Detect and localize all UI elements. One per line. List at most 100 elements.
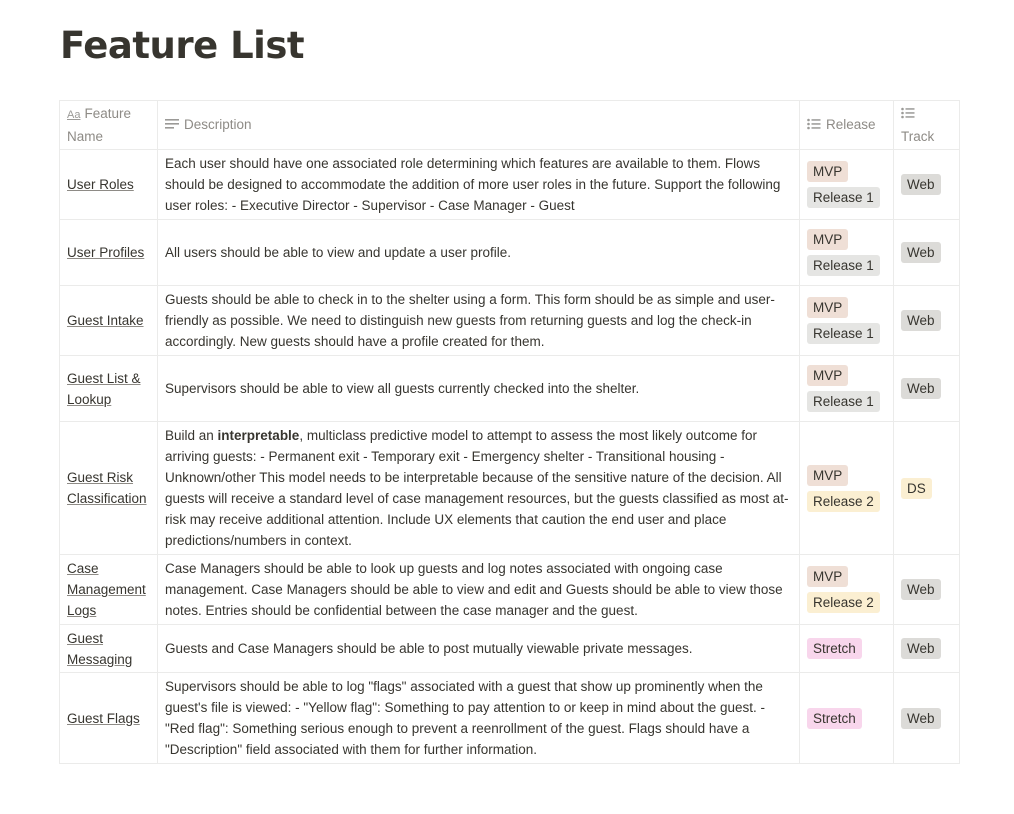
feature-name-cell: Guest Intake xyxy=(59,285,158,356)
release-cell[interactable]: Stretch xyxy=(799,672,894,764)
release-tag: Stretch xyxy=(807,638,862,659)
track-cell[interactable]: Web xyxy=(893,554,960,625)
track-cell[interactable]: Web xyxy=(893,624,960,673)
description-cell: Supervisors should be able to view all g… xyxy=(157,355,800,422)
release-tag: Release 1 xyxy=(807,255,880,276)
release-cell[interactable]: MVP Release 2 xyxy=(799,421,894,555)
feature-name-link[interactable]: Case Management Logs xyxy=(67,561,146,618)
page-title: Feature List xyxy=(60,24,305,67)
description-text: Guests should be able to check in to the… xyxy=(165,292,775,349)
release-tag: MVP xyxy=(807,229,849,250)
feature-name-link[interactable]: Guest Intake xyxy=(67,313,144,328)
track-tag: Web xyxy=(901,378,941,399)
description-cell: Guests should be able to check in to the… xyxy=(157,285,800,356)
description-bold-text: interpretable xyxy=(217,428,300,443)
page: Feature List Aa Feature Name Description … xyxy=(0,0,1014,814)
feature-name-link[interactable]: Guest List & Lookup xyxy=(67,371,141,407)
release-cell[interactable]: MVP Release 1 xyxy=(799,149,894,220)
track-tag: DS xyxy=(901,477,932,499)
feature-name-link[interactable]: Guest Risk Classification xyxy=(67,470,147,506)
release-tag: Stretch xyxy=(807,707,862,729)
description-text: Supervisors should be able to view all g… xyxy=(165,381,640,396)
table-row[interactable]: Guest List & Lookup Supervisors should be… xyxy=(59,355,960,422)
feature-name-cell: Case Management Logs xyxy=(59,554,158,625)
track-tag: Web xyxy=(901,310,941,331)
feature-name-cell: User Roles xyxy=(59,149,158,220)
table-row[interactable]: Guest Intake Guests should be able to che… xyxy=(59,285,960,356)
track-cell[interactable]: Web xyxy=(893,355,960,422)
track-tag: Web xyxy=(901,638,941,659)
track-cell[interactable]: Web xyxy=(893,285,960,356)
header-release[interactable]: Release xyxy=(799,100,894,150)
text-property-icon xyxy=(165,115,179,136)
table-row[interactable]: Guest Messaging Guests and Case Managers … xyxy=(59,624,960,673)
table-header-row: Aa Feature Name Description Release Track xyxy=(59,100,960,150)
title-property-icon: Aa xyxy=(67,109,81,121)
description-cell: Case Managers should be able to look up … xyxy=(157,554,800,625)
description-text: Build an xyxy=(165,428,218,443)
release-tag-list: MVP Release 2 xyxy=(807,566,886,613)
header-track[interactable]: Track xyxy=(893,100,960,150)
track-tag: Web xyxy=(901,174,941,195)
feature-name-link[interactable]: Guest Flags xyxy=(67,711,140,726)
description-cell: Supervisors should be able to log "flags… xyxy=(157,672,800,764)
description-text: Case Managers should be able to look up … xyxy=(165,561,783,618)
release-tag: MVP xyxy=(807,161,849,182)
release-tag: Release 1 xyxy=(807,391,880,412)
release-tag: Release 2 xyxy=(807,490,880,512)
table-row[interactable]: User Profiles All users should be able to… xyxy=(59,219,960,286)
description-cell: Guests and Case Managers should be able … xyxy=(157,624,800,673)
feature-name-cell: User Profiles xyxy=(59,219,158,286)
table-row[interactable]: Case Management Logs Case Managers should… xyxy=(59,554,960,625)
description-text: All users should be able to view and upd… xyxy=(165,245,511,260)
release-cell[interactable]: Stretch xyxy=(799,624,894,673)
release-tag: MVP xyxy=(807,297,849,318)
release-cell[interactable]: MVP Release 1 xyxy=(799,355,894,422)
header-feature-name[interactable]: Aa Feature Name xyxy=(59,100,158,150)
release-tag: MVP xyxy=(807,566,849,587)
release-tag: MVP xyxy=(807,464,849,486)
feature-name-link[interactable]: Guest Messaging xyxy=(67,631,132,667)
multi-select-property-icon xyxy=(901,104,952,125)
release-tag-list: Stretch xyxy=(807,707,886,729)
track-tag: Web xyxy=(901,242,941,263)
release-tag: MVP xyxy=(807,365,849,386)
release-tag-list: MVP Release 1 xyxy=(807,297,886,344)
track-cell[interactable]: Web xyxy=(893,219,960,286)
description-text: Guests and Case Managers should be able … xyxy=(165,641,693,656)
release-tag-list: MVP Release 2 xyxy=(807,464,886,512)
multi-select-property-icon xyxy=(807,115,821,136)
feature-name-cell: Guest Flags xyxy=(59,672,158,764)
track-tag: Web xyxy=(901,707,941,729)
table-row[interactable]: Guest Flags Supervisors should be able to… xyxy=(59,672,960,764)
description-cell: All users should be able to view and upd… xyxy=(157,219,800,286)
track-tag: Web xyxy=(901,579,941,600)
release-tag-list: MVP Release 1 xyxy=(807,229,886,276)
release-cell[interactable]: MVP Release 1 xyxy=(799,285,894,356)
feature-name-cell: Guest Risk Classification xyxy=(59,421,158,555)
release-tag-list: Stretch xyxy=(807,638,886,659)
description-text: Each user should have one associated rol… xyxy=(165,156,781,213)
track-cell[interactable]: Web xyxy=(893,672,960,764)
header-description[interactable]: Description xyxy=(157,100,800,150)
feature-name-link[interactable]: User Profiles xyxy=(67,245,144,260)
description-cell: Each user should have one associated rol… xyxy=(157,149,800,220)
feature-name-cell: Guest Messaging xyxy=(59,624,158,673)
release-cell[interactable]: MVP Release 1 xyxy=(799,219,894,286)
track-cell[interactable]: DS xyxy=(893,421,960,555)
description-text: Supervisors should be able to log "flags… xyxy=(165,679,766,757)
feature-name-cell: Guest List & Lookup xyxy=(59,355,158,422)
release-cell[interactable]: MVP Release 2 xyxy=(799,554,894,625)
table-row[interactable]: User Roles Each user should have one asso… xyxy=(59,149,960,220)
table-row[interactable]: Guest Risk Classification Build an interp… xyxy=(59,421,960,555)
feature-name-link[interactable]: User Roles xyxy=(67,177,134,192)
release-tag: Release 1 xyxy=(807,323,880,344)
header-release-label: Release xyxy=(826,117,876,133)
header-description-label: Description xyxy=(184,117,252,133)
track-cell[interactable]: Web xyxy=(893,149,960,220)
release-tag-list: MVP Release 1 xyxy=(807,365,886,412)
description-cell: Build an interpretable, multiclass predi… xyxy=(157,421,800,555)
feature-table: Aa Feature Name Description Release Track xyxy=(59,100,960,764)
header-track-label: Track xyxy=(901,128,935,144)
description-text: , multiclass predictive model to attempt… xyxy=(165,428,789,548)
